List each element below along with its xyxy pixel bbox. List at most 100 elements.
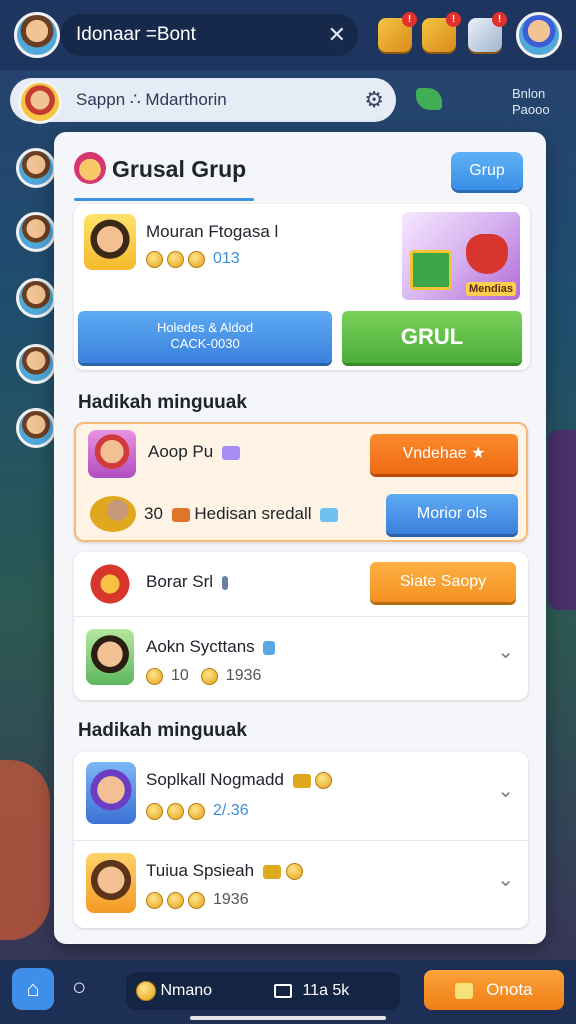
list-item[interactable]: Aokn Sycttans 10 1936 ⌄ (74, 617, 528, 699)
chat-icon[interactable]: ○ (72, 974, 87, 1002)
currency-left: Nmano (136, 972, 212, 1010)
member-name: Soplkall Nogmadd (146, 770, 333, 790)
member-name: Borar Srl (146, 572, 228, 592)
coin-value-secondary: 1936 (225, 667, 262, 684)
member-name: 30 Hedisan sredall (144, 504, 339, 524)
coin-icon (146, 802, 163, 820)
coin-icon (315, 772, 333, 790)
treasure-icon (90, 496, 136, 532)
list-item[interactable]: Borar Srl Siate Saopy (74, 552, 528, 616)
side-label-line1: Bnlon (512, 86, 546, 101)
bg-avatar (16, 408, 56, 448)
list-item[interactable]: Soplkall Nogmadd 2/.36 ⌄ (74, 752, 528, 840)
highlight-panel: Aoop Pu Vndehae ★ 30 Hedisan sredall Mor… (74, 422, 528, 542)
holdings-line1: Holedes & Aldod (156, 320, 254, 335)
coin-icon (146, 250, 163, 268)
list-item[interactable]: 30 Hedisan sredall Morior ols (76, 484, 526, 540)
username-pill[interactable]: Idonaar =Bont ✕ (60, 14, 358, 56)
gift-box-icon (410, 250, 452, 290)
siate-button[interactable]: Siate Saopy (370, 562, 516, 602)
notification-dot: ! (402, 12, 417, 27)
member-avatar (86, 629, 134, 685)
username-label: Idonaar =Bont (76, 24, 196, 45)
promo-image[interactable]: Mendias (402, 212, 520, 300)
coin-value: 1936 (213, 891, 249, 908)
chevron-down-icon[interactable]: ⌄ (497, 639, 514, 664)
list-item[interactable]: Aoop Pu Vndehae ★ (76, 424, 526, 484)
chevron-down-icon[interactable]: ⌄ (497, 867, 514, 892)
group-modal: Grusal Grup Grup Mouran Ftogasa l 013 Me… (54, 132, 546, 944)
member-avatar (88, 430, 136, 478)
coin-icon (200, 667, 218, 685)
coin-value: 013 (213, 250, 240, 267)
chest-icon (171, 507, 190, 522)
currency-right: 11a 5k (274, 972, 349, 1010)
list-panel: Soplkall Nogmadd 2/.36 ⌄ Tuiua Spsieah 1… (74, 752, 528, 928)
mascot-icon (74, 152, 106, 184)
bg-avatar (16, 148, 56, 188)
chest-icon (292, 773, 311, 788)
search-bar[interactable]: Sappn ∴ Mdarthorin ⚙ (10, 78, 396, 122)
morior-button[interactable]: Morior ols (386, 494, 518, 534)
notification-dot: ! (446, 12, 461, 27)
gem-icon (221, 445, 240, 460)
coin-icon (146, 891, 163, 909)
holdings-line2: CACK-0030 (170, 336, 240, 351)
guild-avatar[interactable] (18, 80, 62, 124)
currency-right-text: 11a 5k (302, 982, 350, 999)
top-bar: Idonaar =Bont ✕ ! ! ! (0, 0, 576, 70)
coin-icon (167, 802, 184, 820)
gift-icon[interactable]: ! (422, 12, 461, 52)
coin-icon (167, 250, 184, 268)
tab-underline (74, 198, 254, 201)
coin-row: 013 (146, 250, 240, 268)
create-button[interactable]: Onota (424, 970, 564, 1010)
featured-card: Mouran Ftogasa l 013 Mendias Holedes & A… (74, 204, 530, 370)
currency-pill[interactable]: Nmano 11a 5k (126, 972, 400, 1010)
profile-avatar[interactable] (14, 12, 60, 58)
close-icon[interactable]: ✕ (328, 14, 346, 56)
bg-avatar (16, 278, 56, 318)
modal-title: Grusal Grup (112, 156, 247, 182)
list-item[interactable]: Tuiua Spsieah 1936 ⌄ (74, 841, 528, 927)
member-name: Aokn Sycttans (146, 637, 276, 657)
chevron-down-icon[interactable]: ⌄ (497, 778, 514, 803)
coin-icon (136, 980, 156, 1001)
coin-row: 2/.36 (146, 802, 249, 820)
promo-label: Mendias (465, 282, 516, 296)
bg-avatar (16, 344, 56, 384)
holdings-button[interactable]: Holedes & Aldod CACK-0030 (78, 311, 332, 363)
list-panel: Borar Srl Siate Saopy Aokn Sycttans 10 1… (74, 552, 528, 700)
section-title: Hadikah minguuak (78, 392, 247, 413)
vndehae-button[interactable]: Vndehae ★ (370, 434, 518, 474)
gear-icon[interactable]: ⚙ (364, 78, 384, 122)
home-indicator (190, 1016, 386, 1020)
home-icon[interactable]: ⌂ (12, 968, 54, 1010)
search-text: Sappn ∴ Mdarthorin (76, 90, 227, 109)
bg-decoration (0, 760, 50, 940)
coin-value: 2/.36 (213, 802, 249, 819)
member-name: Tuiua Spsieah (146, 861, 303, 881)
diamond-icon (320, 507, 339, 522)
megaphone-icon[interactable]: ! (378, 12, 417, 52)
coin-icon (188, 250, 205, 268)
notification-dot: ! (492, 12, 507, 27)
inbox-icon[interactable]: ! (468, 12, 507, 52)
modal-header: Grusal Grup Grup (54, 132, 546, 202)
friend-avatar[interactable] (516, 12, 562, 58)
side-label-line2: Paooo (512, 102, 550, 117)
grup-button[interactable]: Grup (451, 152, 523, 190)
bottom-bar: ⌂ ○ Nmano 11a 5k Onota (0, 960, 576, 1024)
member-name-text: Soplkall Nogmadd (146, 770, 284, 789)
heart-icon (466, 234, 508, 274)
member-avatar (84, 214, 136, 270)
grul-button[interactable]: GRUL (342, 311, 522, 363)
prefix-number: 30 (144, 504, 163, 523)
leaf-icon[interactable] (416, 88, 442, 110)
coin-value: 10 (171, 667, 189, 684)
star-badge-icon (88, 562, 132, 606)
member-avatar (86, 853, 136, 913)
section-title: Hadikah minguuak (78, 720, 247, 741)
bg-avatar (16, 212, 56, 252)
coin-row: 1936 (146, 891, 249, 909)
